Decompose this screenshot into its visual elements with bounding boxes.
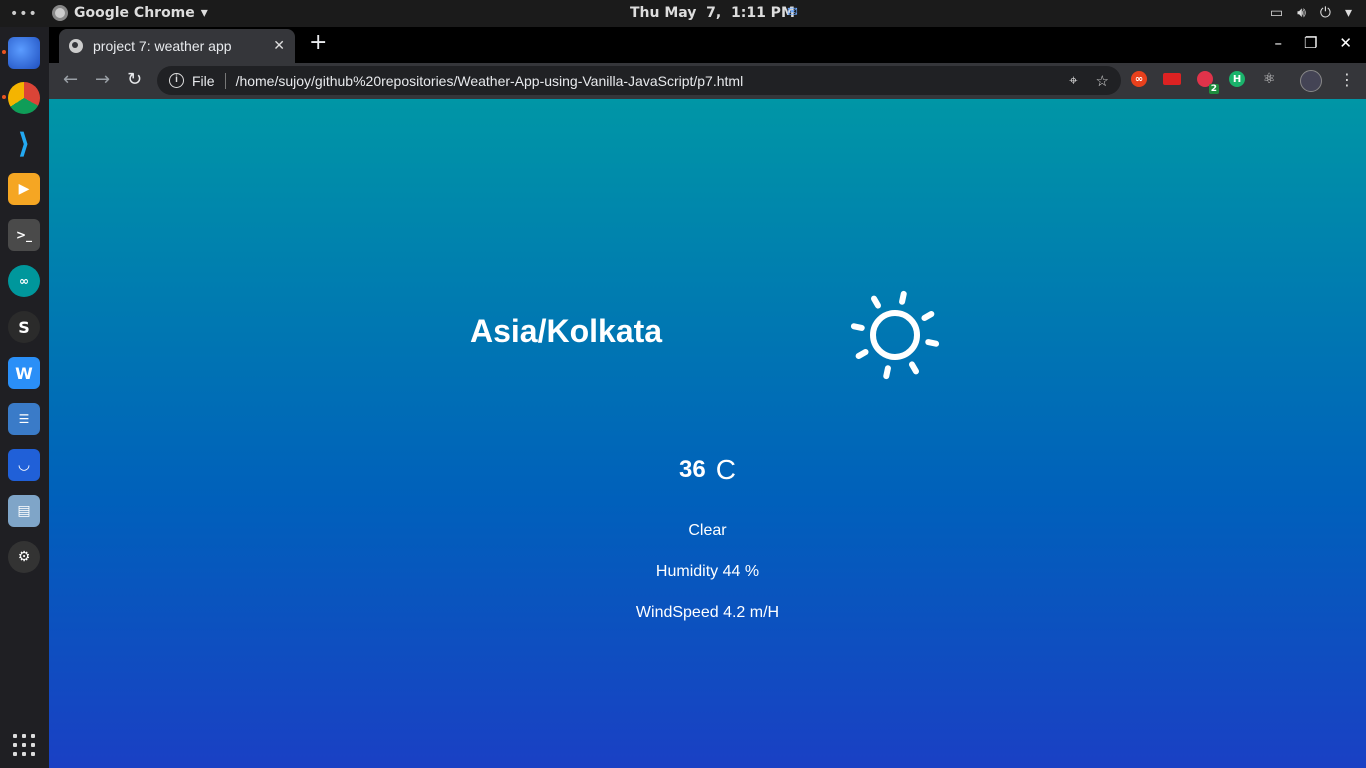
url-text[interactable]: /home/sujoy/github%20repositories/Weathe… [236,73,1070,89]
app-name-label: Google Chrome [74,5,195,21]
s-app-label: S [18,317,30,337]
red-extension-icon[interactable] [1163,73,1181,85]
maximize-button[interactable]: ❐ [1304,34,1317,52]
globe-icon [69,39,83,53]
system-tray[interactable]: ▭ 🔊︎ ⏻ ▾ [1270,5,1352,21]
activities-menu-icon[interactable]: ••• [10,6,38,22]
humidity-text: Humidity 44 % [655,563,760,580]
divider [224,72,226,89]
chrome-window: project 7: weather app ✕ + – ❐ ✕ ← → ↻ i… [49,27,1366,768]
arduino-icon[interactable]: ∞ [8,265,40,297]
url-scheme: File [192,72,215,89]
screen-icon[interactable]: ▭ [1270,5,1283,21]
chrome-icon[interactable] [2,82,40,114]
vscode-icon[interactable]: ⟩ [8,127,40,160]
s-app-icon[interactable]: S [8,311,40,343]
extension-badge: 2 [1208,84,1219,94]
minimize-button[interactable]: – [1274,34,1282,52]
location-icon[interactable]: ⌖ [1069,72,1077,90]
close-icon[interactable]: ✕ [273,38,285,54]
steam-icon[interactable]: ⚙ [8,541,40,573]
location-timezone: Asia/Kolkata [470,313,663,349]
firefox-icon[interactable] [2,37,40,69]
infinity-extension-icon[interactable]: ∞ [1131,71,1147,87]
h-extension-icon[interactable]: H [1229,71,1245,87]
dock: ⟩ ▶ >_ ∞ S W ☰ ◡ ▤ ⚙ [0,27,49,768]
volume-icon[interactable]: 🔊︎ [1297,5,1306,21]
h-extension-label: H [1232,73,1242,85]
settings-icon[interactable]: ☰ [8,403,40,435]
software-store-icon[interactable]: ◡ [8,449,40,481]
weather-description: Clear [688,522,727,539]
clock[interactable]: Thu May 7, 1:11 PM [630,5,795,21]
react-devtools-icon[interactable]: ⚛ [1261,71,1277,87]
temperature-unit[interactable]: C [716,454,736,486]
info-icon[interactable]: i [169,73,184,88]
app-menu[interactable]: Google Chrome ▾ [52,5,208,21]
tab-title: project 7: weather app [93,38,232,54]
chevron-down-icon: ▾ [200,5,208,21]
reload-button[interactable]: ↻ [127,69,142,90]
pocket-extension-icon[interactable]: 2 [1197,71,1219,94]
mail-icon: ✉ [787,5,798,20]
wps-writer-icon[interactable]: W [8,357,40,389]
clear-day-sun-icon [850,290,940,380]
screen-icon[interactable]: ▤ [8,495,40,527]
page-viewport: Asia/Kolkata 36 C Clear Humidity 44 % Wi… [49,99,1366,768]
system-top-bar: ••• Google Chrome ▾ Thu May 7, 1:11 PM ✉… [0,0,1366,27]
browser-toolbar: ← → ↻ i File /home/sujoy/github%20reposi… [49,63,1366,99]
more-menu-icon[interactable]: ⋮ [1339,70,1355,89]
close-window-button[interactable]: ✕ [1339,34,1352,52]
new-tab-button[interactable]: + [309,32,327,54]
chrome-icon [52,5,68,21]
tab-strip: project 7: weather app ✕ + – ❐ ✕ [49,27,1366,63]
temperature-value: 36 [679,456,706,483]
show-applications-icon[interactable] [13,734,35,756]
media-player-icon[interactable]: ▶ [8,173,40,205]
temperature-section: 36 C [49,454,1366,486]
tab-weather-app[interactable]: project 7: weather app ✕ [59,29,295,63]
back-button[interactable]: ← [63,69,78,90]
terminal-icon[interactable]: >_ [8,219,40,251]
address-bar[interactable]: i File /home/sujoy/github%20repositories… [157,66,1121,95]
profile-avatar[interactable] [1300,70,1322,92]
extensions-bar: ∞ 2 H ⚛ [1131,71,1277,94]
window-controls: – ❐ ✕ [1274,34,1352,52]
bookmark-star-icon[interactable]: ☆ [1096,72,1109,90]
forward-button[interactable]: → [95,69,110,90]
power-icon[interactable]: ⏻ [1320,5,1331,21]
windspeed-text: WindSpeed 4.2 m/H [635,604,780,621]
chevron-down-icon[interactable]: ▾ [1345,5,1352,21]
